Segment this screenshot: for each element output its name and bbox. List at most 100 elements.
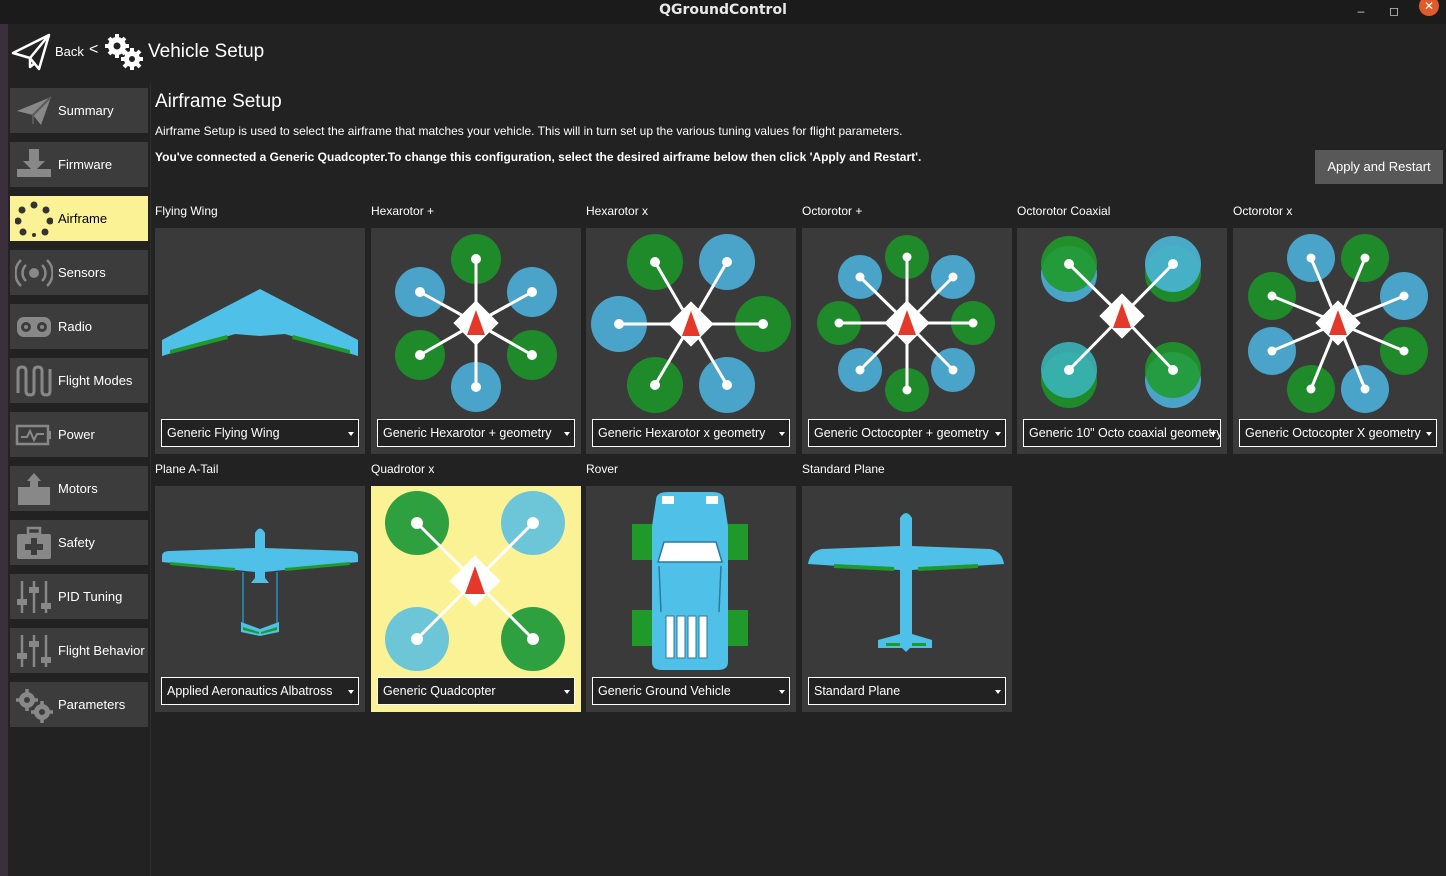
airframe-type-dropdown[interactable]: Standard Plane xyxy=(808,677,1006,705)
toolbar: Back < Vehicle Setup xyxy=(8,24,1446,84)
airframe-label: Standard Plane xyxy=(802,462,885,476)
dropdown-value: Generic Hexarotor x geometry xyxy=(598,426,766,440)
sidebar-item-label: Parameters xyxy=(58,697,126,712)
airframe-label: Octorotor Coaxial xyxy=(1017,204,1111,218)
airframe-type-dropdown[interactable]: Generic Hexarotor x geometry xyxy=(592,419,790,447)
airframe-card-quadrotor-x[interactable]: Generic Quadcopter xyxy=(371,486,581,712)
sidebar-item-firmware[interactable]: Firmware xyxy=(10,142,148,187)
airframe-card-hexarotor-x[interactable]: Generic Hexarotor x geometry xyxy=(586,228,796,454)
sidebar-item-summary[interactable]: Summary xyxy=(10,88,148,133)
airframe-label: Octorotor x xyxy=(1233,204,1293,218)
sidebar-item-label: Airframe xyxy=(58,211,108,226)
motors-icon xyxy=(18,473,50,505)
paper-plane-icon xyxy=(17,96,52,125)
octorotor-plus-image xyxy=(817,235,995,412)
sidebar-item-label: Radio xyxy=(58,319,92,334)
dropdown-value: Applied Aeronautics Albatross xyxy=(167,684,333,698)
airframe-card-rover[interactable]: Generic Ground Vehicle xyxy=(586,486,796,712)
chevron-down-icon xyxy=(779,690,785,694)
sidebar-item-parameters[interactable]: Parameters xyxy=(10,682,148,727)
airframe-type-dropdown[interactable]: Generic Ground Vehicle xyxy=(592,677,790,705)
airframe-label: Hexarotor + xyxy=(371,204,435,218)
dropdown-value: Generic Ground Vehicle xyxy=(598,684,731,698)
airframe-card-flying-wing[interactable]: Generic Flying Wing xyxy=(155,228,365,454)
chevron-down-icon xyxy=(564,690,570,694)
dropdown-value: Generic 10" Octo coaxial geometry xyxy=(1029,426,1221,440)
sidebar-item-label: Safety xyxy=(58,535,95,550)
airframe-label: Quadrotor x xyxy=(371,462,435,476)
maximize-button[interactable]: ◻ xyxy=(1384,2,1404,20)
airframe-type-dropdown[interactable]: Generic Quadcopter xyxy=(377,677,575,705)
airframe-card-plane-a-tail[interactable]: Applied Aeronautics Albatross xyxy=(155,486,365,712)
chevron-down-icon xyxy=(1210,432,1216,436)
airframe-card-hexarotor-plus[interactable]: Generic Hexarotor + geometry xyxy=(371,228,581,454)
connected-vehicle-text: You've connected a Generic Quadcopter.To… xyxy=(155,150,922,164)
chevron-down-icon xyxy=(348,432,354,436)
octorotor-x-image xyxy=(1248,234,1428,413)
apply-and-restart-button[interactable]: Apply and Restart xyxy=(1315,150,1443,184)
octorotor-coaxial-image xyxy=(1041,236,1201,408)
airframe-label: Rover xyxy=(586,462,619,476)
dropdown-value: Generic Quadcopter xyxy=(383,684,496,698)
sidebar-item-motors[interactable]: Motors xyxy=(10,466,148,511)
sidebar-item-safety[interactable]: Safety xyxy=(10,520,148,565)
sidebar-item-label: PID Tuning xyxy=(58,589,123,604)
airframe-label: Flying Wing xyxy=(155,204,218,218)
sidebar-item-label: Flight Behavior xyxy=(58,643,145,658)
chevron-down-icon xyxy=(995,690,1001,694)
airframe-card-octorotor-x[interactable]: Generic Octocopter X geometry xyxy=(1233,228,1443,454)
desktop-strip xyxy=(0,24,8,876)
airframe-card-standard-plane[interactable]: Standard Plane xyxy=(802,486,1012,712)
airframe-setup-panel: Airframe Setup Airframe Setup is used to… xyxy=(151,84,1446,876)
sidebar-item-label: Flight Modes xyxy=(58,373,133,388)
sliders-icon xyxy=(17,581,51,613)
airframe-type-dropdown[interactable]: Applied Aeronautics Albatross xyxy=(161,677,359,705)
airframe-card-octorotor-plus[interactable]: Generic Octocopter + geometry xyxy=(802,228,1012,454)
sidebar-item-flight-behavior[interactable]: Flight Behavior xyxy=(10,628,148,673)
airframe-type-dropdown[interactable]: Generic Hexarotor + geometry xyxy=(377,419,575,447)
window-titlebar: QGroundControl – ◻ ✕ xyxy=(0,0,1446,24)
setup-sidebar: Summary Firmware Airframe Sensors Radio … xyxy=(8,84,151,876)
sidebar-item-power[interactable]: Power xyxy=(10,412,148,457)
airframe-label: Hexarotor x xyxy=(586,204,649,218)
flying-wing-image xyxy=(162,289,358,356)
description-text: Airframe Setup is used to select the air… xyxy=(155,124,903,138)
chevron-down-icon xyxy=(564,432,570,436)
sidebar-item-label: Firmware xyxy=(58,157,113,172)
chevron-down-icon xyxy=(1426,432,1432,436)
sidebar-item-radio[interactable]: Radio xyxy=(10,304,148,349)
page-title: Vehicle Setup xyxy=(148,41,265,62)
sidebar-item-label: Sensors xyxy=(58,265,106,280)
airframe-type-dropdown[interactable]: Generic Flying Wing xyxy=(161,419,359,447)
back-paper-plane-icon[interactable] xyxy=(11,33,51,71)
airframe-dots-icon xyxy=(15,201,53,237)
minimize-button[interactable]: – xyxy=(1351,2,1371,20)
sidebar-item-label: Motors xyxy=(58,481,98,496)
hexarotor-x-image xyxy=(591,234,791,413)
flight-modes-icon xyxy=(16,365,52,397)
airframe-card-octorotor-coaxial[interactable]: Generic 10" Octo coaxial geometry xyxy=(1017,228,1227,454)
airframe-type-dropdown[interactable]: Generic Octocopter + geometry xyxy=(808,419,1006,447)
dropdown-value: Generic Hexarotor + geometry xyxy=(383,426,552,440)
sensors-icon xyxy=(15,259,53,287)
safety-icon xyxy=(17,526,51,559)
airframe-type-dropdown[interactable]: Generic Octocopter X geometry xyxy=(1239,419,1437,447)
dropdown-value: Standard Plane xyxy=(814,684,901,698)
plane-a-tail-image xyxy=(162,528,358,636)
sidebar-item-flight-modes[interactable]: Flight Modes xyxy=(10,358,148,403)
gears-icon xyxy=(105,34,143,70)
sidebar-item-airframe[interactable]: Airframe xyxy=(10,196,148,241)
dropdown-value: Generic Octocopter + geometry xyxy=(814,426,989,440)
dropdown-value: Generic Octocopter X geometry xyxy=(1245,426,1421,440)
breadcrumb-separator: < xyxy=(89,41,99,58)
power-icon xyxy=(15,424,51,446)
hexarotor-plus-image xyxy=(395,234,557,412)
chevron-down-icon xyxy=(995,432,1001,436)
rover-image xyxy=(632,492,748,670)
airframe-type-dropdown[interactable]: Generic 10" Octo coaxial geometry xyxy=(1023,419,1221,447)
section-title: Airframe Setup xyxy=(155,91,282,112)
sliders-icon xyxy=(17,635,51,667)
sidebar-item-sensors[interactable]: Sensors xyxy=(10,250,148,295)
sidebar-item-pid-tuning[interactable]: PID Tuning xyxy=(10,574,148,619)
back-button[interactable]: Back xyxy=(55,44,84,59)
